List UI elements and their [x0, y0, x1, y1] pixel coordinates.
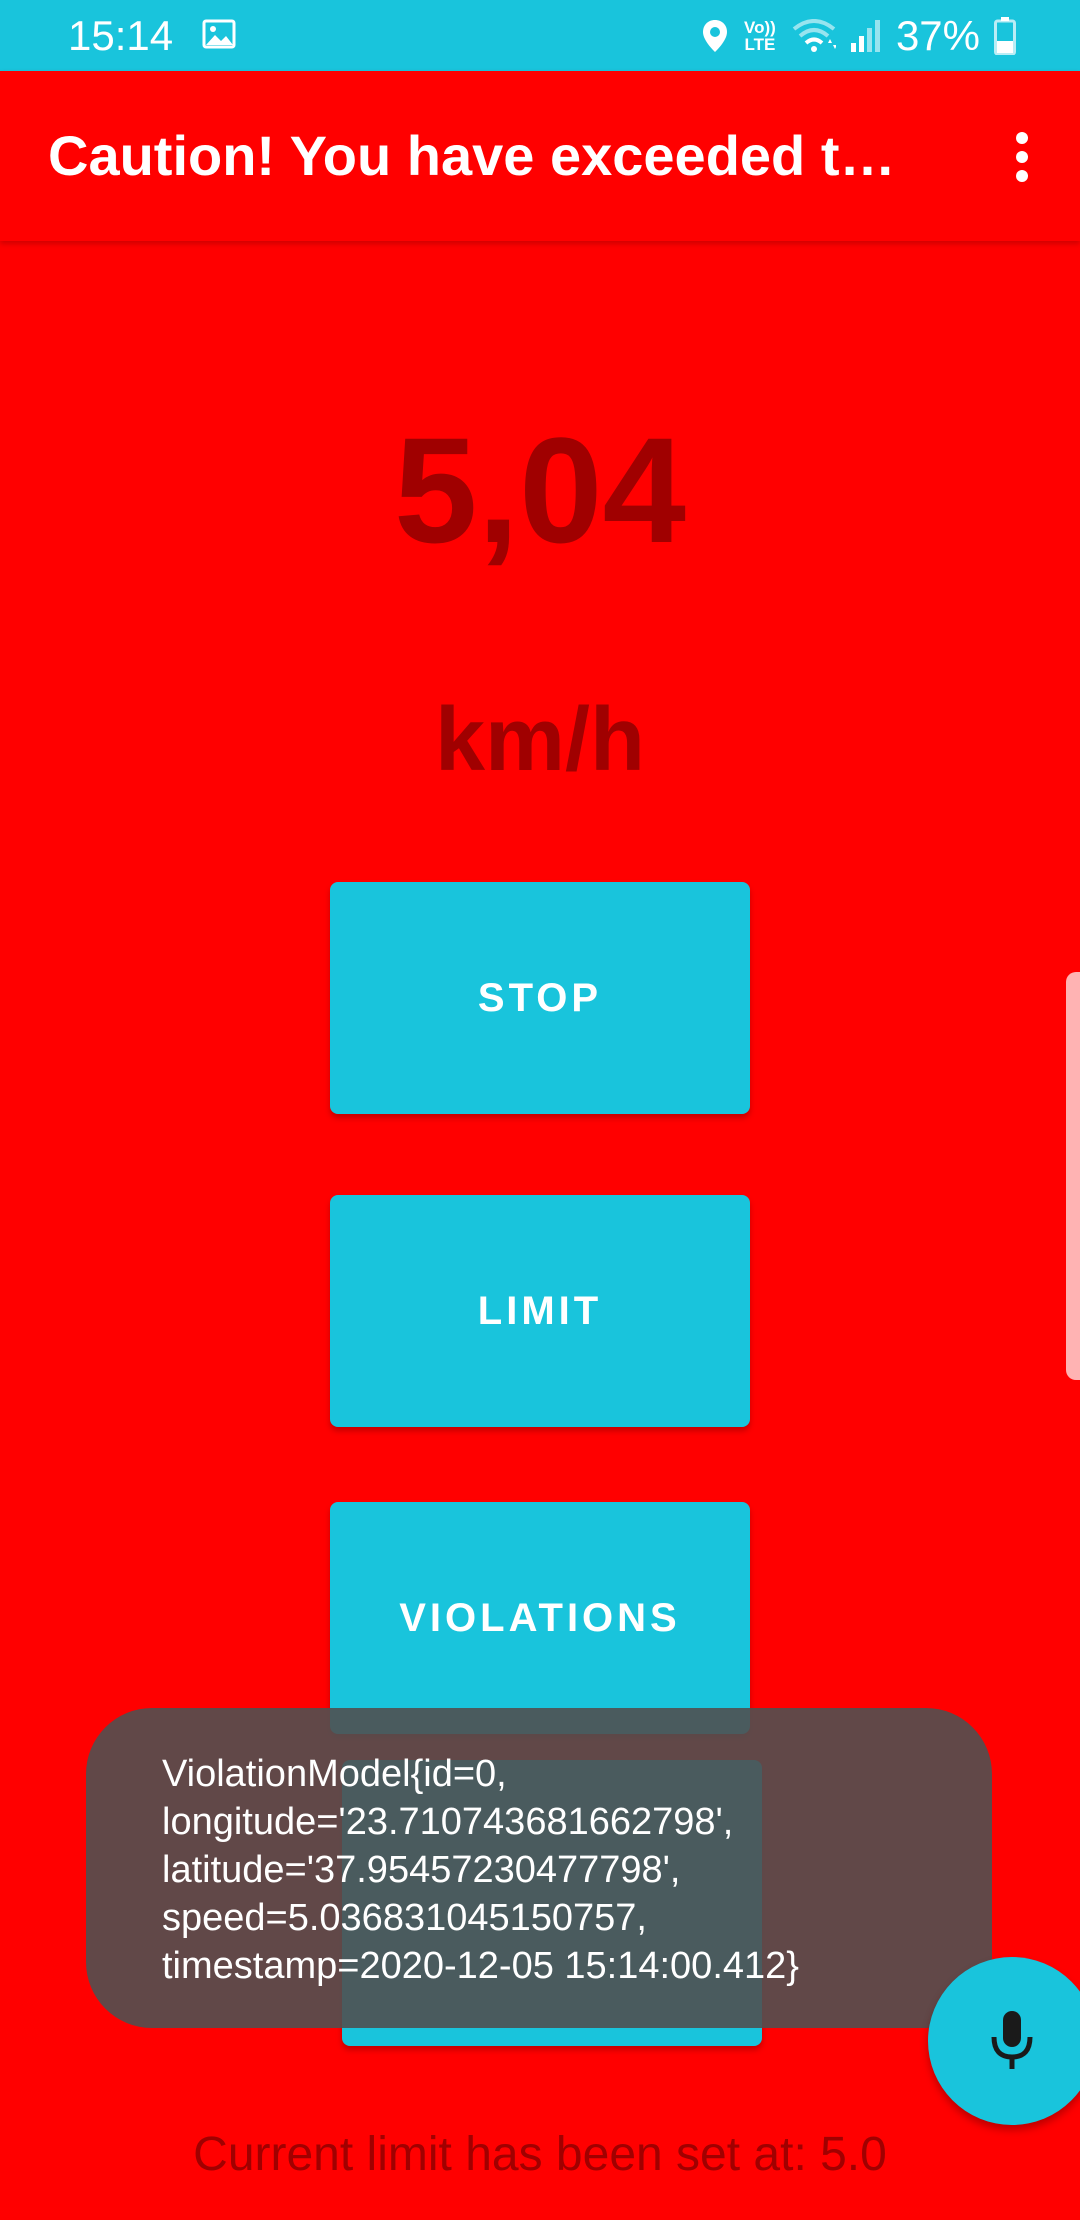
wifi-icon [792, 19, 836, 52]
edge-panel-handle[interactable] [1066, 972, 1080, 1380]
speed-value: 5,04 [394, 406, 686, 574]
status-bar: 15:14 Vo)) LTE 37% [0, 0, 1080, 71]
limit-button[interactable]: LIMIT [330, 1195, 750, 1427]
volte-label: Vo)) [744, 18, 776, 37]
location-icon [702, 20, 727, 52]
toast-line: speed=5.036831045150757, [162, 1897, 647, 1939]
overflow-menu-button[interactable] [986, 117, 1058, 197]
mic-icon [991, 2011, 1033, 2069]
toast-line: ViolationModel{id=0, [162, 1753, 507, 1795]
more-vert-icon [1016, 132, 1028, 182]
toast-line: longitude='23.710743681662798', [162, 1801, 734, 1843]
signal-icon [850, 20, 880, 52]
toast-line: timestamp=2020-12-05 15:14:00.412} [162, 1945, 799, 1987]
app-bar: Caution! You have exceeded the speed lim… [0, 71, 1080, 241]
lte-label: LTE [744, 35, 776, 54]
status-icons: Vo)) LTE 37% [702, 10, 1016, 62]
toast-message: ViolationModel{id=0, longitude='23.71074… [86, 1708, 992, 2028]
stop-button[interactable]: STOP [330, 882, 750, 1114]
volte-icon: Vo)) LTE [742, 19, 778, 53]
gallery-icon [202, 19, 236, 49]
status-time: 15:14 [68, 12, 174, 59]
speed-unit: km/h [434, 690, 646, 790]
violations-button[interactable]: VIOLATIONS [330, 1502, 750, 1734]
mic-button[interactable] [928, 1957, 1080, 2125]
battery-icon [994, 17, 1016, 55]
page-title: Caution! You have exceeded the speed lim… [48, 124, 918, 187]
toast-line: latitude='37.95457230477798', [162, 1849, 681, 1891]
battery-percent: 37% [895, 12, 980, 59]
current-limit-text: Current limit has been set at: 5.0 [193, 2128, 887, 2181]
screen: 15:14 Vo)) LTE 37% Caution! You have exc… [0, 0, 1080, 2220]
